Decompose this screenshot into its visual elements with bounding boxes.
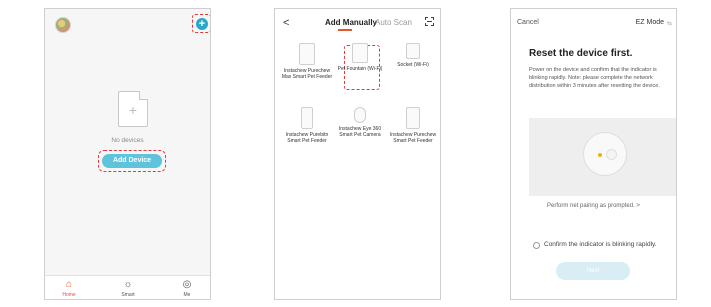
device-name: Instachew Purebitn Smart Pet Feeder bbox=[285, 132, 329, 144]
document-plus-icon: + bbox=[128, 102, 138, 118]
device-item[interactable]: Instachew Purechew Max Smart Pet Feeder bbox=[279, 43, 335, 80]
device-name: Instachew Purechew Max Smart Pet Feeder bbox=[281, 68, 333, 80]
device-top-image bbox=[583, 132, 627, 176]
reset-button-icon bbox=[606, 149, 617, 160]
user-icon: ◎ bbox=[182, 279, 192, 290]
empty-state-text: No devices bbox=[111, 137, 144, 144]
home-screen: + + No devices Add Device ⌂ Home ☼ Smart… bbox=[44, 8, 211, 300]
confirm-label: Confirm the indicator is blinking rapidl… bbox=[544, 241, 657, 248]
add-device-button[interactable]: Add Device bbox=[102, 154, 162, 168]
indicator-light-icon bbox=[598, 153, 602, 157]
instruction-text: Power on the device and confirm that the… bbox=[529, 67, 660, 89]
device-item[interactable]: Socket (Wi-Fi) bbox=[385, 43, 440, 68]
device-item[interactable]: Instachew Purebitn Smart Pet Feeder bbox=[279, 107, 335, 144]
device-item[interactable]: Instachew Eye 360 Smart Pet Camera bbox=[332, 107, 388, 138]
reset-device-screen: Cancel EZ Mode ⇆ Reset the device first.… bbox=[510, 8, 677, 300]
mode-switch[interactable]: EZ Mode bbox=[636, 19, 664, 26]
tab-label-home: Home bbox=[62, 292, 76, 298]
pet-feeder-icon bbox=[299, 43, 315, 65]
page-title: Reset the device first. bbox=[529, 48, 633, 59]
empty-document-icon: + bbox=[118, 91, 148, 127]
plus-icon[interactable]: + bbox=[196, 18, 208, 30]
socket-icon bbox=[406, 43, 420, 59]
tab-label-smart: Smart bbox=[121, 292, 135, 298]
tab-add-manually[interactable]: Add Manually bbox=[325, 18, 377, 27]
device-name: Socket (Wi-Fi) bbox=[397, 62, 429, 68]
tab-home[interactable]: ⌂ Home bbox=[49, 279, 89, 298]
avatar[interactable] bbox=[55, 17, 71, 33]
device-item[interactable]: Instachew Purechew Smart Pet Feeder bbox=[385, 107, 440, 144]
tab-label-me: Me bbox=[183, 292, 191, 298]
add-device-screen: < Add Manually Auto Scan Instachew Purec… bbox=[274, 8, 441, 300]
device-item-pet-fountain[interactable]: Pet Fountain (Wi-Fi) bbox=[332, 43, 388, 72]
device-name: Pet Fountain (Wi-Fi) bbox=[337, 66, 383, 72]
add-highlight-box: + bbox=[192, 14, 210, 33]
pet-camera-icon bbox=[354, 107, 366, 123]
bottom-tab-bar: ⌂ Home ☼ Smart ◎ Me bbox=[45, 275, 210, 299]
pet-feeder-icon bbox=[301, 107, 313, 129]
switch-arrows-icon[interactable]: ⇆ bbox=[667, 20, 672, 27]
pet-feeder-icon bbox=[406, 107, 420, 129]
pairing-prompt-link[interactable]: Perform net pairing as prompted. > bbox=[511, 203, 676, 209]
device-illustration bbox=[529, 118, 676, 196]
tab-smart[interactable]: ☼ Smart bbox=[108, 279, 148, 298]
tab-auto-scan[interactable]: Auto Scan bbox=[375, 18, 412, 27]
home-icon: ⌂ bbox=[65, 279, 73, 290]
cancel-button[interactable]: Cancel bbox=[517, 19, 539, 26]
confirm-radio[interactable] bbox=[533, 242, 540, 249]
device-name: Instachew Purechew Smart Pet Feeder bbox=[389, 132, 437, 144]
sun-icon: ☼ bbox=[123, 279, 133, 290]
add-device-highlight-box: Add Device bbox=[98, 150, 166, 172]
active-tab-indicator bbox=[338, 29, 352, 31]
next-button[interactable]: Next bbox=[556, 262, 630, 280]
device-name: Instachew Eye 360 Smart Pet Camera bbox=[338, 126, 382, 138]
pet-fountain-icon bbox=[352, 43, 368, 63]
scan-icon[interactable] bbox=[425, 17, 434, 26]
back-arrow-icon[interactable]: < bbox=[283, 17, 289, 29]
tab-me[interactable]: ◎ Me bbox=[167, 279, 207, 298]
